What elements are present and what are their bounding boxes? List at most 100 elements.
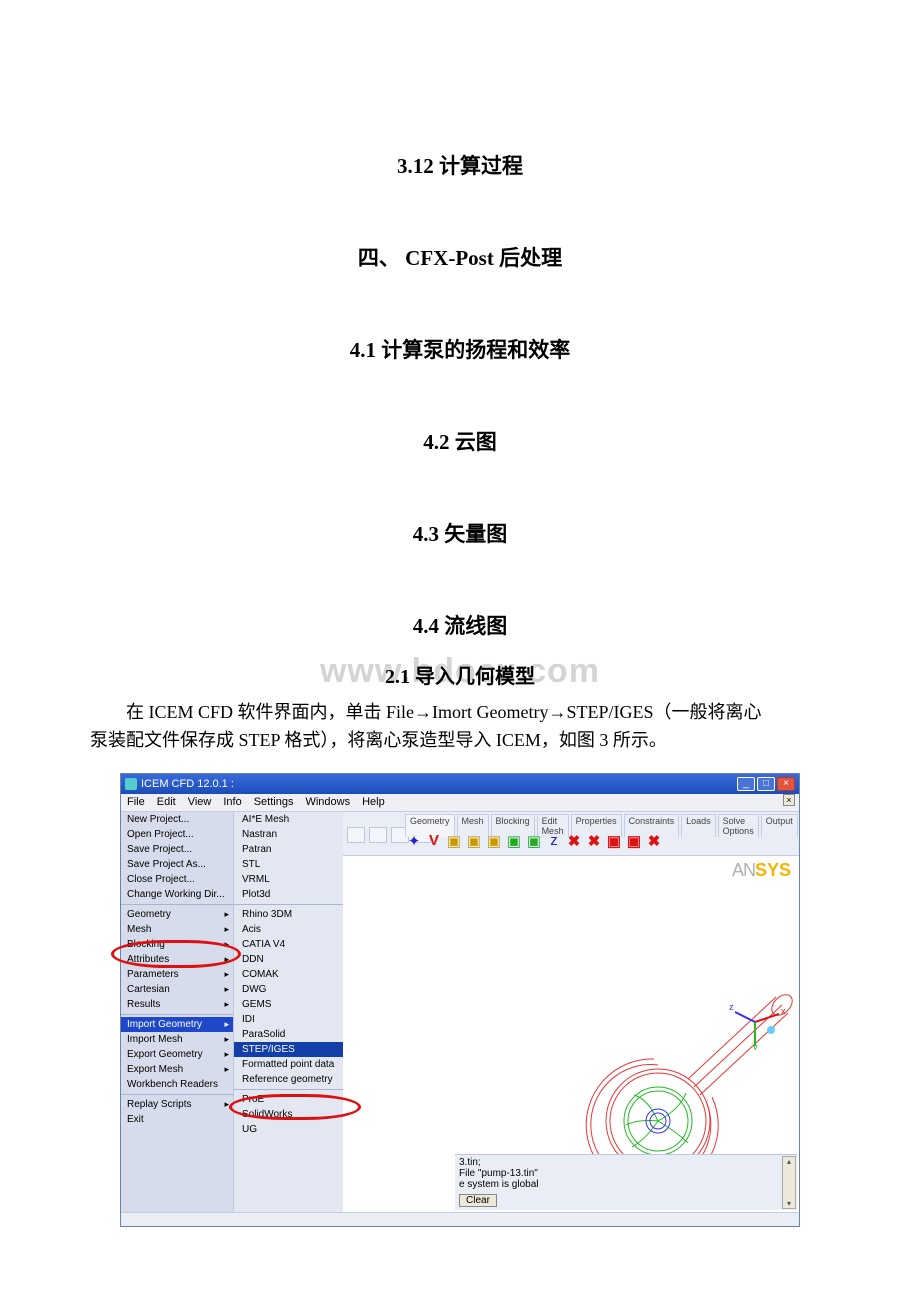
message-scrollbar[interactable]: ▴▾ <box>782 1156 796 1209</box>
sub-stl[interactable]: STL <box>234 857 343 872</box>
delete-icon[interactable]: ▣ <box>605 832 623 850</box>
heading-4-2: 4.2 云图 <box>0 426 920 456</box>
file-change-working-dir[interactable]: Change Working Dir... <box>121 887 233 902</box>
delete-icon[interactable]: ▣ <box>625 832 643 850</box>
sub-plot3d[interactable]: Plot3d <box>234 887 343 902</box>
maximize-button[interactable]: □ <box>757 777 775 791</box>
message-line-1: 3.tin; <box>459 1157 793 1168</box>
menu-info[interactable]: Info <box>223 796 241 808</box>
svg-text:z: z <box>729 1002 734 1012</box>
sub-vrml[interactable]: VRML <box>234 872 343 887</box>
delete-icon[interactable]: ✖ <box>565 832 583 850</box>
mdi-close-button[interactable]: × <box>783 794 795 806</box>
window-titlebar: ICEM CFD 12.0.1 : _ □ × <box>121 774 799 794</box>
sub-nastran[interactable]: Nastran <box>234 827 343 842</box>
message-panel: 3.tin; File "pump-13.tin" e system is gl… <box>455 1154 797 1210</box>
app-icon <box>125 778 137 790</box>
toolbar: Geometry Mesh Blocking Edit Mesh Propert… <box>343 812 799 856</box>
sub-patran[interactable]: Patran <box>234 842 343 857</box>
delete-icon[interactable]: ✖ <box>585 832 603 850</box>
file-import-mesh[interactable]: Import Mesh <box>121 1032 233 1047</box>
tool-icon[interactable]: z <box>545 832 563 850</box>
tool-icon[interactable]: ▣ <box>505 832 523 850</box>
sub-acis[interactable]: Acis <box>234 922 343 937</box>
sub-rhino-3dm[interactable]: Rhino 3DM <box>234 907 343 922</box>
ansys-logo-suffix: SYS <box>755 860 791 880</box>
ansys-logo-prefix: AN <box>732 860 755 880</box>
sub-separator-2 <box>234 1089 343 1090</box>
sub-proe[interactable]: ProE <box>234 1092 343 1107</box>
heading-4-1: 4.1 计算泵的扬程和效率 <box>0 334 920 364</box>
tool-icon[interactable]: ▣ <box>525 832 543 850</box>
heading-2-1-wrapper: www.bdocx.com 2.1 导入几何模型 <box>0 660 920 689</box>
file-new-project[interactable]: New Project... <box>121 812 233 827</box>
tool-icon[interactable]: ▣ <box>485 832 503 850</box>
sub-reference-geometry[interactable]: Reference geometry <box>234 1072 343 1087</box>
sub-step-iges[interactable]: STEP/IGES <box>234 1042 343 1057</box>
heading-2-1: 2.1 导入几何模型 <box>0 660 920 689</box>
file-geometry[interactable]: Geometry <box>121 907 233 922</box>
file-replay-scripts[interactable]: Replay Scripts <box>121 1097 233 1112</box>
point-icon[interactable]: ✦ <box>405 832 423 850</box>
file-close-project[interactable]: Close Project... <box>121 872 233 887</box>
ansys-logo: ANSYS <box>732 860 791 881</box>
paragraph-1: 在 ICEM CFD 软件界面内，单击 File→Imort Geometry→… <box>0 699 920 755</box>
sub-dwg[interactable]: DWG <box>234 982 343 997</box>
tab-loads[interactable]: Loads <box>681 814 716 837</box>
menu-file[interactable]: File <box>127 796 145 808</box>
surface-icon[interactable]: ▣ <box>445 832 463 850</box>
sub-separator-1 <box>234 904 343 905</box>
sub-ddn[interactable]: DDN <box>234 952 343 967</box>
file-results[interactable]: Results <box>121 997 233 1012</box>
message-line-3: e system is global <box>459 1179 793 1190</box>
axis-triad: x y z <box>725 990 785 1050</box>
tab-solve-options[interactable]: Solve Options <box>718 814 759 837</box>
message-line-2: File "pump-13.tin" <box>459 1168 793 1179</box>
sub-idi[interactable]: IDI <box>234 1012 343 1027</box>
sub-formatted-point-data[interactable]: Formatted point data <box>234 1057 343 1072</box>
file-save-project[interactable]: Save Project... <box>121 842 233 857</box>
svg-text:y: y <box>753 1042 758 1050</box>
menubar: File Edit View Info Settings Windows Hel… <box>121 794 799 812</box>
sub-solidworks[interactable]: SolidWorks <box>234 1107 343 1122</box>
file-separator-1 <box>121 904 233 905</box>
menu-settings[interactable]: Settings <box>254 796 294 808</box>
sub-ug[interactable]: UG <box>234 1122 343 1137</box>
sub-parasolid[interactable]: ParaSolid <box>234 1027 343 1042</box>
delete-icon[interactable]: ✖ <box>645 832 663 850</box>
file-open-project[interactable]: Open Project... <box>121 827 233 842</box>
menu-view[interactable]: View <box>188 796 212 808</box>
sub-aie-mesh[interactable]: AI*E Mesh <box>234 812 343 827</box>
sub-gems[interactable]: GEMS <box>234 997 343 1012</box>
tab-output[interactable]: Output <box>761 814 798 837</box>
file-blocking[interactable]: Blocking <box>121 937 233 952</box>
file-workbench-readers[interactable]: Workbench Readers <box>121 1077 233 1092</box>
viewport[interactable]: ANSYS <box>343 856 799 1136</box>
paragraph-1-line-2: 泵装配文件保存成 STEP 格式），将离心泵造型导入 ICEM，如图 3 所示。 <box>90 730 667 750</box>
undo-icon[interactable] <box>347 827 365 843</box>
clear-button[interactable]: Clear <box>459 1194 497 1207</box>
sub-catia-v4[interactable]: CATIA V4 <box>234 937 343 952</box>
redo-icon[interactable] <box>369 827 387 843</box>
file-parameters[interactable]: Parameters <box>121 967 233 982</box>
curve-icon[interactable]: V <box>425 832 443 850</box>
file-cartesian[interactable]: Cartesian <box>121 982 233 997</box>
menu-windows[interactable]: Windows <box>305 796 350 808</box>
heading-4-3: 4.3 矢量图 <box>0 518 920 548</box>
menu-help[interactable]: Help <box>362 796 385 808</box>
status-bar <box>121 1212 799 1226</box>
sub-comak[interactable]: COMAK <box>234 967 343 982</box>
close-button[interactable]: × <box>777 777 795 791</box>
body-icon[interactable]: ▣ <box>465 832 483 850</box>
file-exit[interactable]: Exit <box>121 1112 233 1127</box>
file-attributes[interactable]: Attributes <box>121 952 233 967</box>
file-import-geometry[interactable]: Import Geometry <box>121 1017 233 1032</box>
file-export-geometry[interactable]: Export Geometry <box>121 1047 233 1062</box>
file-mesh[interactable]: Mesh <box>121 922 233 937</box>
file-export-mesh[interactable]: Export Mesh <box>121 1062 233 1077</box>
heading-4: 四、 CFX-Post 后处理 <box>0 242 920 272</box>
menu-edit[interactable]: Edit <box>157 796 176 808</box>
workarea: New Project... Open Project... Save Proj… <box>121 812 799 1212</box>
minimize-button[interactable]: _ <box>737 777 755 791</box>
file-save-project-as[interactable]: Save Project As... <box>121 857 233 872</box>
